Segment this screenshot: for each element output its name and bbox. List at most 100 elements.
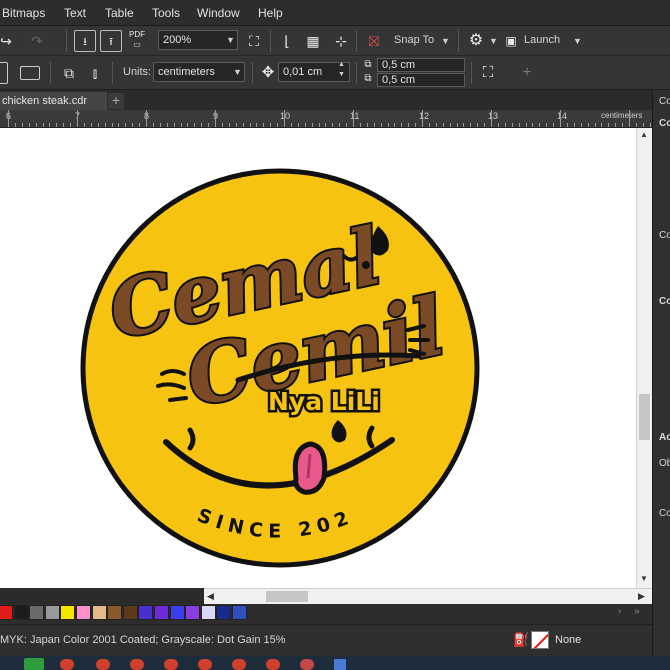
menu-window[interactable]: Window xyxy=(197,6,240,20)
chevron-down-icon[interactable]: ▼ xyxy=(489,36,498,46)
show-guidelines-icon[interactable]: ⊹ xyxy=(330,30,352,52)
no-fill-swatch[interactable] xyxy=(531,631,549,649)
ruler-tick xyxy=(622,123,624,127)
horizontal-scroll-thumb[interactable] xyxy=(266,591,308,602)
ruler-tick xyxy=(290,123,292,127)
horizontal-scrollbar[interactable]: ◀ ▶ xyxy=(204,588,652,604)
duplicate-distance-x-field[interactable]: 0,5 cm xyxy=(377,58,465,72)
ruler-tick xyxy=(566,123,568,127)
palette-scroll-icon[interactable]: › xyxy=(618,606,621,617)
menu-tools[interactable]: Tools xyxy=(152,6,180,20)
launch-button[interactable]: Launch xyxy=(524,34,560,46)
scroll-left-arrow[interactable]: ◀ xyxy=(207,591,214,602)
taskbar-app-icon[interactable] xyxy=(300,659,314,670)
publish-pdf-icon[interactable]: PDF ▭ xyxy=(126,30,148,52)
chevron-down-icon[interactable]: ▼ xyxy=(573,36,582,46)
ruler-tick xyxy=(304,123,306,127)
menu-text[interactable]: Text xyxy=(64,6,86,20)
ruler-tick xyxy=(642,123,644,127)
color-swatch[interactable] xyxy=(169,605,185,620)
scroll-up-arrow[interactable]: ▲ xyxy=(640,130,648,139)
show-grid-icon[interactable]: ▦ xyxy=(302,30,324,52)
new-tab-icon[interactable]: + xyxy=(108,93,124,109)
duplicate-distance-y-field[interactable]: 0,5 cm xyxy=(377,73,465,87)
landscape-page-icon[interactable] xyxy=(20,66,40,80)
launch-icon[interactable]: ▣ xyxy=(500,30,522,52)
color-swatch[interactable] xyxy=(200,605,216,620)
docker-section[interactable]: Co xyxy=(659,296,670,307)
color-swatch[interactable] xyxy=(232,605,247,620)
docker-section[interactable]: Ac xyxy=(659,432,670,443)
docker-section[interactable]: Co xyxy=(659,508,670,519)
edit-bleed-icon[interactable]: ⛶ xyxy=(477,62,499,84)
ruler-tick xyxy=(118,123,120,127)
taskbar-app-icon[interactable] xyxy=(266,659,280,670)
color-swatch[interactable] xyxy=(60,605,76,620)
ruler-tick xyxy=(90,123,92,127)
docker-header[interactable]: Co xyxy=(659,96,670,107)
color-swatch[interactable] xyxy=(0,605,13,620)
ruler-label: 11 xyxy=(350,111,360,121)
logo-artwork[interactable]: Cemal Cemil Nya LiLi SINCE 2022 xyxy=(0,128,636,588)
document-tab[interactable]: chicken steak.cdr xyxy=(0,92,107,110)
export-icon[interactable]: ⭱ xyxy=(100,30,122,52)
vertical-scrollbar[interactable]: ▲ ▼ xyxy=(636,128,652,588)
scroll-down-arrow[interactable]: ▼ xyxy=(640,574,648,583)
color-swatch[interactable] xyxy=(76,605,91,620)
color-swatch[interactable] xyxy=(122,605,138,620)
vertical-scroll-thumb[interactable] xyxy=(639,394,650,440)
units-select[interactable]: centimeters xyxy=(153,62,245,82)
ruler-tick xyxy=(546,123,548,127)
full-screen-icon[interactable]: ⛶ xyxy=(243,30,265,52)
color-swatch[interactable] xyxy=(138,605,154,620)
taskbar-app-icon[interactable] xyxy=(334,659,346,670)
ruler-tick xyxy=(491,110,492,127)
menu-table[interactable]: Table xyxy=(105,6,134,20)
ruler-tick xyxy=(484,123,486,127)
color-swatch[interactable] xyxy=(107,605,123,620)
show-rulers-icon[interactable]: ⌊ xyxy=(276,30,298,52)
docker-section[interactable]: Co xyxy=(659,230,670,241)
chevron-down-icon[interactable]: ▼ xyxy=(226,35,235,45)
import-icon[interactable]: ⭳ xyxy=(74,30,96,52)
docker-section[interactable]: Ob xyxy=(659,458,670,469)
redo-icon[interactable]: ↪ xyxy=(0,30,12,52)
color-profile-info[interactable]: MYK: Japan Color 2001 Coated; Grayscale:… xyxy=(0,634,286,646)
gear-icon[interactable]: ⚙ xyxy=(465,30,487,52)
horizontal-ruler[interactable]: 6 7 8 9 10 11 12 13 14 centimeters xyxy=(0,110,652,128)
taskbar-app-icon[interactable] xyxy=(198,659,212,670)
menu-help[interactable]: Help xyxy=(258,6,283,20)
taskbar-app-icon[interactable] xyxy=(130,659,144,670)
color-swatch[interactable] xyxy=(185,605,201,620)
chevron-down-icon[interactable]: ▼ xyxy=(233,67,242,77)
snap-to-button[interactable]: Snap To xyxy=(394,34,434,46)
portrait-page-icon[interactable] xyxy=(0,62,8,84)
color-swatch[interactable] xyxy=(154,605,169,620)
stepper-arrows[interactable]: ▲ ▼ xyxy=(338,60,345,80)
all-pages-icon[interactable]: ⧉ xyxy=(58,62,80,84)
toolbar-separator xyxy=(356,62,357,84)
color-swatch[interactable] xyxy=(13,605,29,620)
scroll-right-arrow[interactable]: ▶ xyxy=(638,591,645,602)
add-page-icon[interactable]: + xyxy=(516,62,538,84)
color-swatch[interactable] xyxy=(91,605,107,620)
current-page-icon[interactable]: ⫾ xyxy=(84,62,106,84)
taskbar-app-icon[interactable] xyxy=(60,659,74,670)
ruler-tick xyxy=(587,123,589,127)
ruler-tick xyxy=(49,123,51,127)
color-swatch[interactable] xyxy=(44,605,60,620)
snap-off-icon[interactable]: ⛝ xyxy=(363,30,385,52)
chevron-down-icon[interactable]: ▼ xyxy=(441,36,450,46)
taskbar-app-icon[interactable] xyxy=(24,658,44,670)
taskbar-app-icon[interactable] xyxy=(232,659,246,670)
taskbar-app-icon[interactable] xyxy=(96,659,110,670)
palette-expand-icon[interactable]: » xyxy=(634,606,640,617)
fill-bucket-icon[interactable]: ⛽ xyxy=(513,632,529,648)
taskbar-app-icon[interactable] xyxy=(164,659,178,670)
color-swatch[interactable] xyxy=(29,605,45,620)
color-swatch[interactable] xyxy=(216,605,232,620)
ruler-tick xyxy=(21,123,23,127)
drawing-canvas[interactable]: Cemal Cemil Nya LiLi SINCE 2022 xyxy=(0,128,636,588)
docker-section[interactable]: Co xyxy=(659,118,670,129)
menu-bitmaps[interactable]: Bitmaps xyxy=(2,6,45,20)
